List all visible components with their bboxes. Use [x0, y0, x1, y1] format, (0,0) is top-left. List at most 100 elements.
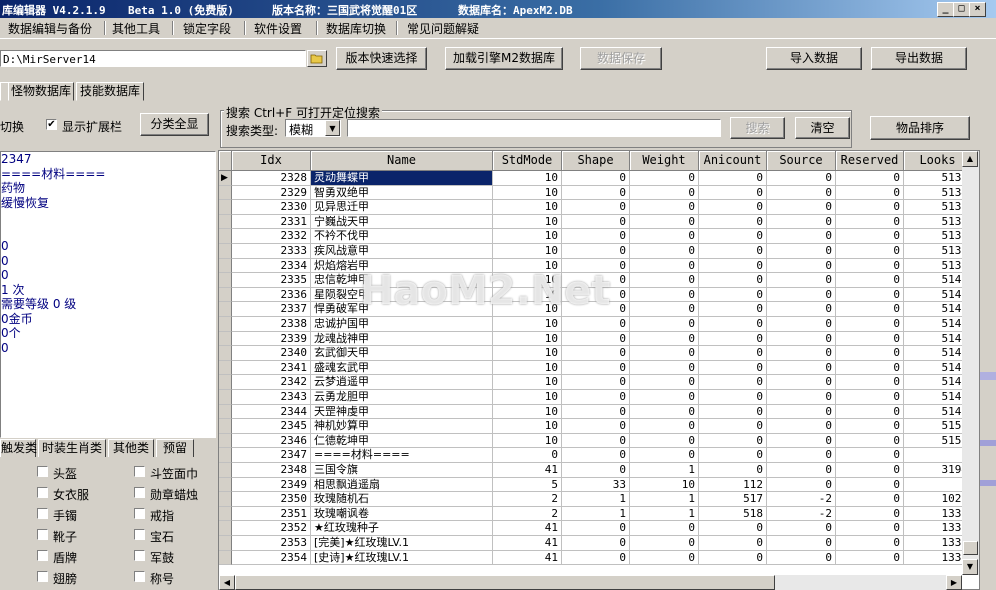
cell-idx[interactable]: 2335: [232, 273, 311, 288]
cell-name[interactable]: [史诗]★红玫瑰LV.1: [311, 550, 493, 566]
cell-stdmode[interactable]: 10: [493, 287, 562, 303]
category-checkbox[interactable]: [37, 487, 48, 498]
tab-fashion-zodiac[interactable]: 时装生肖类: [38, 439, 106, 458]
cell-source[interactable]: 0: [767, 550, 836, 566]
cell-shape[interactable]: 0: [562, 302, 630, 317]
cell-stdmode[interactable]: 10: [493, 258, 562, 274]
cell-weight[interactable]: 0: [630, 287, 699, 303]
cell-name[interactable]: 星陨裂空甲: [311, 287, 493, 303]
cell-stdmode[interactable]: 2: [493, 506, 562, 522]
expand-all-categories-button[interactable]: 分类全显: [140, 113, 209, 136]
cell-weight[interactable]: 0: [630, 404, 699, 420]
cell-source[interactable]: 0: [767, 477, 836, 493]
column-header-idx[interactable]: Idx: [232, 151, 311, 171]
cell-shape[interactable]: 0: [562, 448, 630, 463]
cell-idx[interactable]: 2329: [232, 185, 311, 201]
table-row[interactable]: 2335 忠信乾坤甲 10 0 0 0 0 0 5140: [219, 273, 979, 288]
cell-anicount[interactable]: 0: [699, 331, 767, 347]
cell-source[interactable]: 0: [767, 317, 836, 332]
category-checkbox[interactable]: [37, 508, 48, 519]
cell-idx[interactable]: 2341: [232, 360, 311, 376]
table-row[interactable]: 2351 玫瑰嘲讽卷 2 1 1 518 -2 0 1338: [219, 506, 979, 522]
cell-stdmode[interactable]: 2: [493, 492, 562, 507]
cell-anicount[interactable]: 0: [699, 214, 767, 230]
cell-shape[interactable]: 0: [562, 331, 630, 347]
cell-shape[interactable]: 0: [562, 273, 630, 288]
cell-name[interactable]: 不衿不伐甲: [311, 229, 493, 244]
column-header-weight[interactable]: Weight: [630, 151, 699, 171]
cell-name[interactable]: 三国令旗: [311, 463, 493, 478]
scroll-up-icon[interactable]: ▲: [962, 151, 978, 167]
table-row[interactable]: 2347====材料====0000000: [219, 448, 979, 463]
cell-name[interactable]: 智勇双绝甲: [311, 185, 493, 201]
cell-idx[interactable]: 2348: [232, 463, 311, 478]
cell-shape[interactable]: 0: [562, 214, 630, 230]
cell-name[interactable]: [完美]★红玫瑰LV.1: [311, 536, 493, 551]
cell-idx[interactable]: 2350: [232, 492, 311, 507]
cell-weight[interactable]: 0: [630, 258, 699, 274]
cell-name[interactable]: 见异思迁甲: [311, 200, 493, 215]
table-row[interactable]: 2346 仁德乾坤甲 10 0 0 0 0 0 5151: [219, 433, 979, 449]
cell-anicount[interactable]: 0: [699, 302, 767, 317]
cell-name[interactable]: 忠诚护国甲: [311, 317, 493, 332]
cell-reserved[interactable]: 0: [836, 550, 904, 566]
horizontal-scrollbar[interactable]: ◀ ▶: [219, 575, 962, 590]
cell-source[interactable]: -2: [767, 492, 836, 507]
cell-name[interactable]: 玫瑰嘲讽卷: [311, 506, 493, 522]
cell-name[interactable]: ====材料====: [311, 448, 493, 463]
cell-idx[interactable]: 2352: [232, 521, 311, 536]
hscroll-thumb[interactable]: [235, 575, 775, 590]
cell-source[interactable]: 0: [767, 375, 836, 390]
cell-stdmode[interactable]: 10: [493, 390, 562, 405]
cell-shape[interactable]: 0: [562, 360, 630, 376]
cell-source[interactable]: 0: [767, 214, 836, 230]
cell-stdmode[interactable]: 10: [493, 346, 562, 361]
cell-name[interactable]: ★红玫瑰种子: [311, 521, 493, 536]
cell-reserved[interactable]: 0: [836, 448, 904, 463]
cell-anicount[interactable]: 0: [699, 536, 767, 551]
cell-shape[interactable]: 0: [562, 375, 630, 390]
cell-source[interactable]: 0: [767, 360, 836, 376]
cell-source[interactable]: 0: [767, 521, 836, 536]
table-row[interactable]: 2344 天罡神虔甲 10 0 0 0 0 0 5149: [219, 404, 979, 420]
cell-name[interactable]: 云梦逍遥甲: [311, 375, 493, 390]
cell-shape[interactable]: 1: [562, 506, 630, 522]
cell-shape[interactable]: 0: [562, 244, 630, 259]
table-row[interactable]: 2349相思飘逍遥扇53310112007: [219, 477, 979, 493]
category-checkbox[interactable]: [37, 529, 48, 540]
table-row[interactable]: 2331 宁巍战天甲 10 0 0 0 0 0 5136: [219, 214, 979, 230]
cell-anicount[interactable]: 0: [699, 229, 767, 244]
cell-reserved[interactable]: 0: [836, 171, 904, 186]
table-row[interactable]: 2353 [完美]★红玫瑰LV.1 41 0 0 0 0 0 1338: [219, 536, 979, 551]
cell-source[interactable]: 0: [767, 536, 836, 551]
cell-reserved[interactable]: 0: [836, 331, 904, 347]
cell-reserved[interactable]: 0: [836, 521, 904, 536]
cell-shape[interactable]: 1: [562, 492, 630, 507]
cell-anicount[interactable]: 0: [699, 258, 767, 274]
cell-name[interactable]: 玫瑰随机石: [311, 492, 493, 507]
cell-reserved[interactable]: 0: [836, 360, 904, 376]
cell-source[interactable]: 0: [767, 346, 836, 361]
cell-source[interactable]: 0: [767, 419, 836, 434]
table-row[interactable]: 2336 星陨裂空甲 10 0 0 0 0 0 5141: [219, 287, 979, 303]
cell-reserved[interactable]: 0: [836, 185, 904, 201]
cell-anicount[interactable]: 112: [699, 477, 767, 493]
cell-name[interactable]: 盛魂玄武甲: [311, 360, 493, 376]
cell-name[interactable]: 神机妙算甲: [311, 419, 493, 434]
cell-reserved[interactable]: 0: [836, 258, 904, 274]
cell-idx[interactable]: 2345: [232, 419, 311, 434]
cell-idx[interactable]: 2349: [232, 477, 311, 493]
scroll-thumb[interactable]: [963, 541, 978, 555]
cell-anicount[interactable]: 0: [699, 404, 767, 420]
cell-idx[interactable]: 2332: [232, 229, 311, 244]
cell-anicount[interactable]: 0: [699, 390, 767, 405]
cell-source[interactable]: 0: [767, 287, 836, 303]
cell-idx[interactable]: 2346: [232, 433, 311, 449]
cell-idx[interactable]: 2340: [232, 346, 311, 361]
cell-anicount[interactable]: 0: [699, 360, 767, 376]
category-checkbox[interactable]: [134, 571, 145, 582]
cell-idx[interactable]: 2339: [232, 331, 311, 347]
menu-faq[interactable]: 常见问题解疑: [407, 20, 479, 37]
cell-source[interactable]: 0: [767, 185, 836, 201]
cell-weight[interactable]: 0: [630, 200, 699, 215]
